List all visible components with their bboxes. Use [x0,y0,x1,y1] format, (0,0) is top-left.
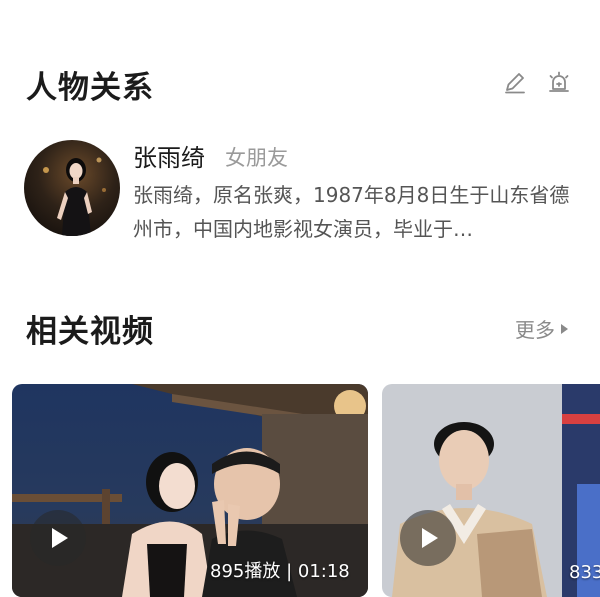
play-count: 895播放 [210,561,281,582]
alert-icon[interactable] [546,70,572,96]
video-card[interactable]: 895播放 | 01:18 [12,384,368,597]
related-videos-title: 相关视频 [26,314,154,350]
video-meta: 895播放 | 01:18 [210,557,350,583]
video-card[interactable]: 833 [382,384,600,597]
duration: 01:18 [297,561,350,582]
video-thumbnail [382,384,600,597]
video-meta: 833 [569,562,600,583]
play-count: 833 [569,562,600,583]
more-label: 更多 [515,318,555,342]
play-icon[interactable] [30,510,86,566]
person-name[interactable]: 张雨绮 [133,138,205,173]
more-link[interactable]: 更多 [515,314,568,343]
play-icon[interactable] [400,510,456,566]
page: 人物关系 张雨绮 女朋友 张雨绮，原名张爽，1987年8月8日生于山东省德州市，… [0,0,600,597]
chevron-right-icon [561,323,568,334]
person-description[interactable]: 张雨绮，原名张爽，1987年8月8日生于山东省德州市，中国内地影视女演员，毕业于… [133,178,581,246]
relationships-title: 人物关系 [26,70,154,106]
relation-tag: 女朋友 [225,146,288,170]
edit-icon[interactable] [502,70,528,96]
avatar[interactable] [24,140,120,236]
separator: | [286,561,298,582]
